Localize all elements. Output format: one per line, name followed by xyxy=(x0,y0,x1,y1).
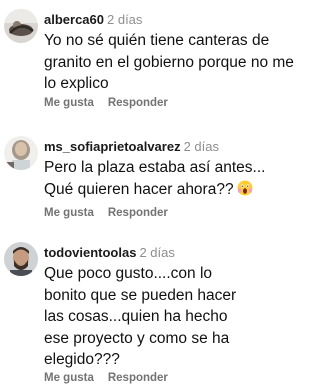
like-button[interactable]: Me gusta xyxy=(44,97,94,109)
reply-button[interactable]: Responder xyxy=(108,207,168,219)
timestamp: 2 días xyxy=(183,139,219,154)
comment-actions: Me gusta Responder xyxy=(44,372,168,384)
comment-actions: Me gusta Responder xyxy=(44,207,168,219)
profile-photo-icon xyxy=(4,9,38,43)
comment-text: Yo no sé quién tiene canteras de granito… xyxy=(44,32,294,92)
username[interactable]: todovientoolas xyxy=(44,245,136,260)
avatar[interactable] xyxy=(4,136,38,170)
comment-header: todovientoolas 2 días xyxy=(44,245,298,261)
comment-actions: Me gusta Responder xyxy=(44,97,168,109)
profile-photo-icon xyxy=(4,242,38,276)
reply-button[interactable]: Responder xyxy=(108,372,168,384)
comment-item: todovientoolas 2 días Que poco gusto....c… xyxy=(0,234,302,384)
like-button[interactable]: Me gusta xyxy=(44,207,94,219)
timestamp: 2 días xyxy=(107,12,143,27)
avatar[interactable] xyxy=(4,9,38,43)
username[interactable]: ms_sofiaprietoalvarez xyxy=(44,139,181,154)
comment-text-content: Pero la plaza estaba así antes... Qué qu… xyxy=(44,159,266,198)
comment-text: Pero la plaza estaba así antes... Qué qu… xyxy=(44,157,298,200)
screaming-face-emoji-icon xyxy=(237,180,253,195)
profile-photo-icon xyxy=(4,136,38,170)
avatar[interactable] xyxy=(4,242,38,276)
comment-text: Que poco gusto....con lo bonito que se p… xyxy=(44,265,237,368)
username[interactable]: alberca60 xyxy=(44,12,104,27)
timestamp: 2 días xyxy=(139,245,175,260)
reply-button[interactable]: Responder xyxy=(108,97,168,109)
comment-item: ms_sofiaprietoalvarez 2 días Pero la plaz… xyxy=(0,130,302,230)
like-button[interactable]: Me gusta xyxy=(44,372,94,384)
comment-item: alberca60 2 días Yo no sé quién tiene can… xyxy=(0,0,302,120)
comment-header: alberca60 2 días xyxy=(44,12,298,28)
comment-header: ms_sofiaprietoalvarez 2 días xyxy=(44,139,298,155)
